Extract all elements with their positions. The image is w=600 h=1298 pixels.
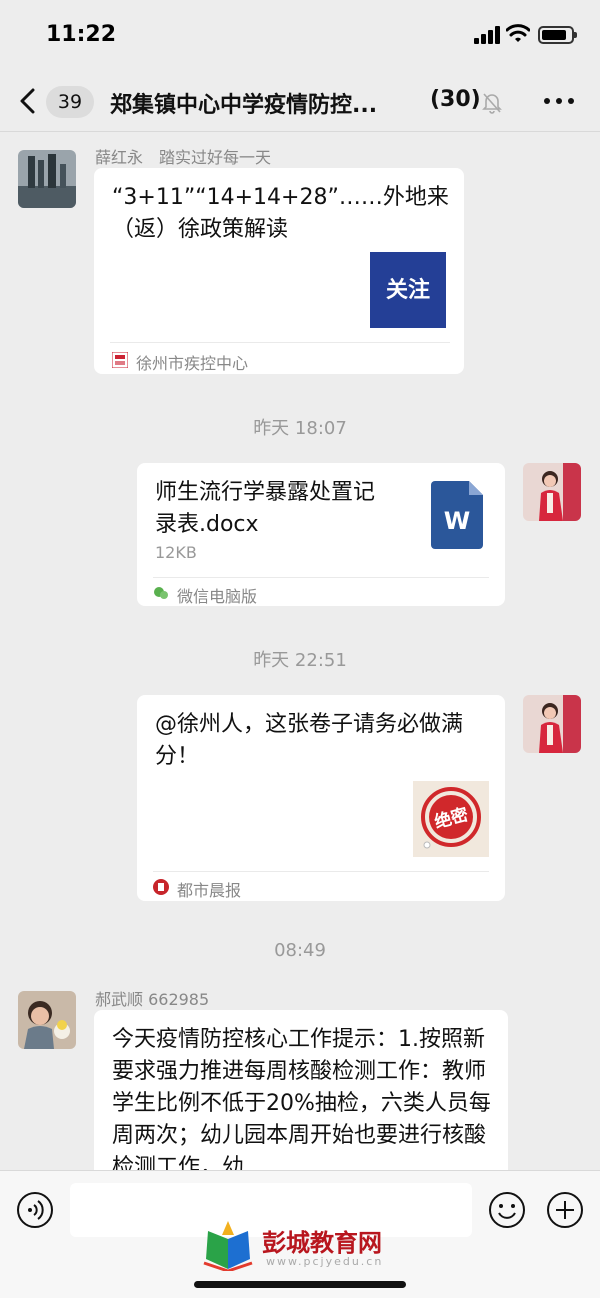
message-text: 今天疫情防控核心工作提示：1.按照新要求强力推进每周核酸检测工作：教师学生比例不…	[112, 1027, 491, 1180]
timestamp: 昨天 18:07	[253, 418, 347, 439]
word-letter: W	[444, 507, 470, 535]
file-name: 师生流行学暴露处置记录表.docx	[155, 480, 376, 537]
article-thumbnail: 绝密	[413, 781, 489, 857]
cdc-logo-icon	[112, 352, 128, 368]
file-source: 微信电脑版	[177, 587, 258, 606]
article-card[interactable]: “3+11”“14+14+28”……外地来（返）徐政策解读 关注 徐州市疾控中心	[94, 168, 464, 374]
mute-bell-icon	[482, 93, 502, 114]
chat-title: 郑集镇中心中学疫情防控...	[110, 93, 378, 118]
article-source: 都市晨报	[177, 881, 242, 900]
article-title: @徐州人，这张卷子请务必做满分！	[155, 712, 464, 769]
book-logo-icon	[203, 1221, 253, 1271]
watermark: 彭城教育网 www.pcjyedu.cn	[200, 1219, 420, 1271]
article-thumbnail: 关注	[370, 252, 446, 328]
member-count: (30)	[430, 87, 481, 112]
status-time: 11:22	[46, 22, 117, 47]
back-chevron-icon[interactable]	[18, 88, 38, 114]
home-indicator	[194, 1281, 406, 1288]
file-size: 12KB	[155, 543, 197, 562]
plus-icon[interactable]	[546, 1191, 584, 1229]
self-avatar[interactable]	[523, 463, 581, 521]
voice-input-icon[interactable]	[16, 1191, 54, 1229]
wifi-icon	[506, 24, 530, 42]
watermark-url: www.pcjyedu.cn	[266, 1255, 384, 1268]
self-avatar[interactable]	[523, 695, 581, 753]
article-card[interactable]: @徐州人，这张卷子请务必做满分！ 绝密 都市晨报	[137, 695, 505, 901]
word-document-icon: W	[431, 481, 483, 549]
input-bar: 彭城教育网 www.pcjyedu.cn	[0, 1170, 600, 1298]
timestamp: 08:49	[274, 940, 326, 961]
card-divider	[153, 871, 489, 872]
chat-header: 39 郑集镇中心中学疫情防控... (30)	[0, 70, 600, 132]
timestamp: 昨天 22:51	[253, 650, 347, 671]
file-card[interactable]: 师生流行学暴露处置记录表.docx 12KB W 微信电脑版	[137, 463, 505, 606]
card-divider	[110, 342, 450, 343]
unread-badge[interactable]: 39	[46, 86, 94, 118]
card-divider	[153, 577, 489, 578]
emoji-icon[interactable]	[488, 1191, 526, 1229]
sender-name: 薛红永 踏实过好每一天	[95, 148, 272, 167]
watermark-text: 彭城教育网	[262, 1228, 382, 1257]
more-options-icon[interactable]	[544, 98, 574, 106]
article-source: 徐州市疾控中心	[136, 354, 249, 373]
text-message[interactable]: 今天疫情防控核心工作提示：1.按照新要求强力推进每周核酸检测工作：教师学生比例不…	[94, 1010, 508, 1180]
article-title: “3+11”“14+14+28”……外地来（返）徐政策解读	[112, 185, 449, 242]
sender-name: 郝武顺 662985	[95, 990, 210, 1009]
signal-icon	[474, 26, 502, 44]
wechat-pc-icon	[154, 587, 168, 599]
status-bar: 11:22	[0, 0, 600, 70]
avatar[interactable]	[18, 150, 76, 208]
avatar[interactable]	[18, 991, 76, 1049]
battery-icon	[538, 26, 577, 44]
dushi-chenbao-logo-icon	[153, 879, 169, 895]
